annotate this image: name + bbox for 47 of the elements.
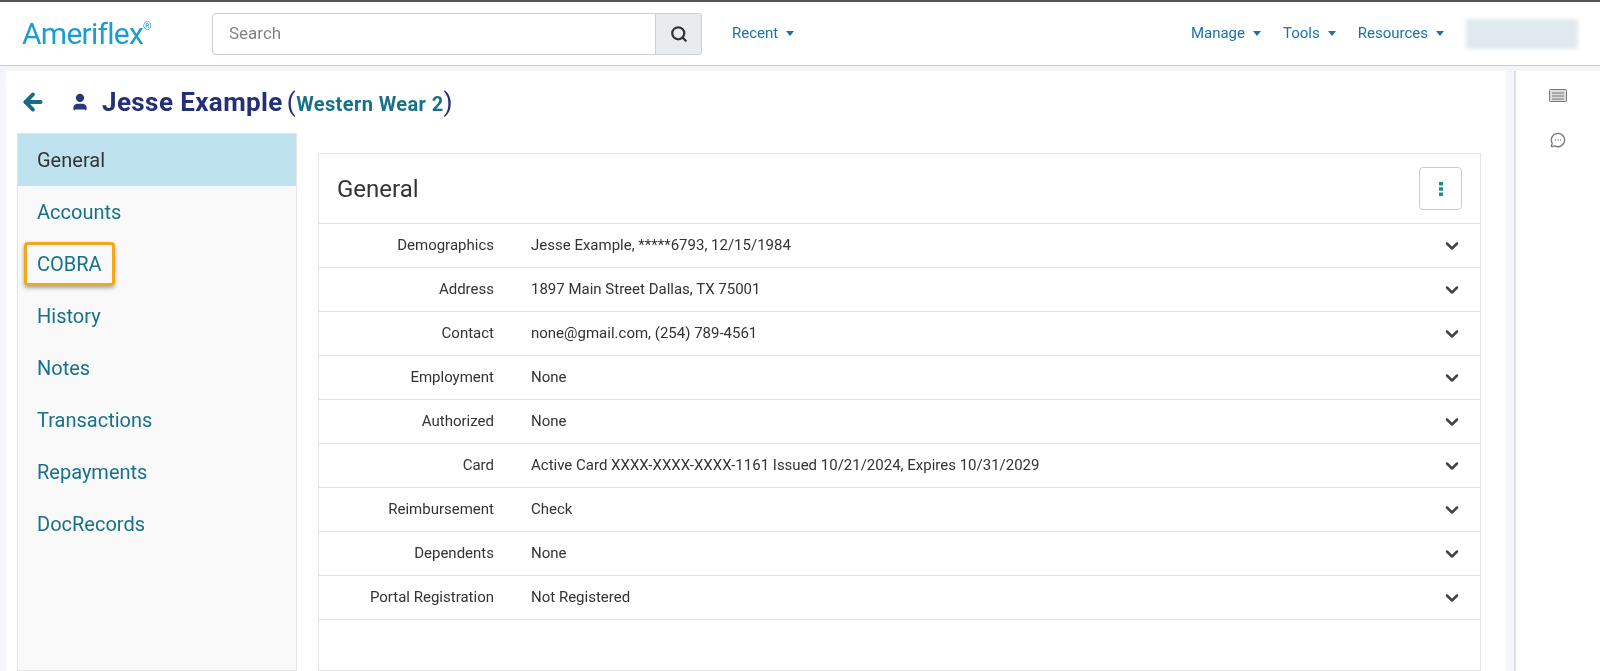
- search-field[interactable]: Search: [212, 12, 656, 55]
- field-value: Jesse Example, *****6793, 12/15/1984: [531, 235, 792, 257]
- sidebar-item[interactable]: Notes: [27, 349, 101, 387]
- field-label: Address: [437, 279, 494, 301]
- field-value: none@gmail.com, (254) 789-4561: [531, 323, 759, 345]
- field-value: Not Registered: [531, 587, 632, 609]
- paren: ): [443, 85, 453, 119]
- sidebar-item[interactable]: COBRA: [24, 242, 115, 286]
- field-value: None: [531, 367, 568, 389]
- field-label: Dependents: [413, 543, 494, 565]
- sidebar-item[interactable]: DocRecords: [27, 505, 155, 543]
- field-value: None: [531, 411, 568, 433]
- nav-menu[interactable]: Manage: [1190, 22, 1261, 45]
- field-label: Card: [461, 455, 494, 477]
- sidebar-item[interactable]: Repayments: [27, 453, 158, 491]
- field-value: Active Card XXXX-XXXX-XXXX-1161 Issued 10/21/2024, Expires 10/31/2029: [531, 455, 1041, 477]
- logo[interactable]: Ameriflex®: [22, 18, 212, 49]
- nav-menu[interactable]: Recent: [732, 22, 795, 45]
- sidebar-item[interactable]: Accounts: [27, 193, 132, 231]
- search-button[interactable]: [656, 12, 702, 55]
- field-label: Employment: [409, 367, 494, 389]
- caret-icon: [1253, 31, 1261, 36]
- nav-menu[interactable]: Resources: [1357, 22, 1444, 45]
- employer-name: Western Wear 2: [296, 91, 444, 116]
- caret-icon: [1436, 31, 1444, 36]
- caret-icon: [1327, 31, 1336, 36]
- field-label: Contact: [440, 323, 494, 345]
- nav-menu[interactable]: Tools: [1283, 22, 1336, 45]
- card-title: General: [337, 173, 419, 205]
- paren: (: [286, 85, 297, 119]
- field-label: Reimbursement: [387, 499, 494, 521]
- caret-icon: [786, 31, 795, 36]
- sidebar-item[interactable]: History: [27, 297, 111, 335]
- field-value: Check: [531, 499, 574, 521]
- vertical-dots-icon: [1438, 181, 1443, 196]
- card-list-icon[interactable]: [1549, 89, 1567, 102]
- field-label: Demographics: [396, 235, 494, 257]
- person-icon: [70, 92, 90, 112]
- field-value: None: [531, 543, 568, 565]
- sidebar-item[interactable]: Transactions: [27, 401, 163, 439]
- search-icon: [669, 24, 688, 43]
- person-name: Jesse Example: [102, 85, 283, 119]
- field-label: Portal Registration: [368, 587, 494, 609]
- chat-bubble-icon[interactable]: [1550, 132, 1566, 148]
- field-label: Authorized: [420, 411, 494, 433]
- field-value: 1897 Main Street Dallas, TX 75001: [531, 279, 762, 301]
- more-options-button[interactable]: [1419, 167, 1462, 210]
